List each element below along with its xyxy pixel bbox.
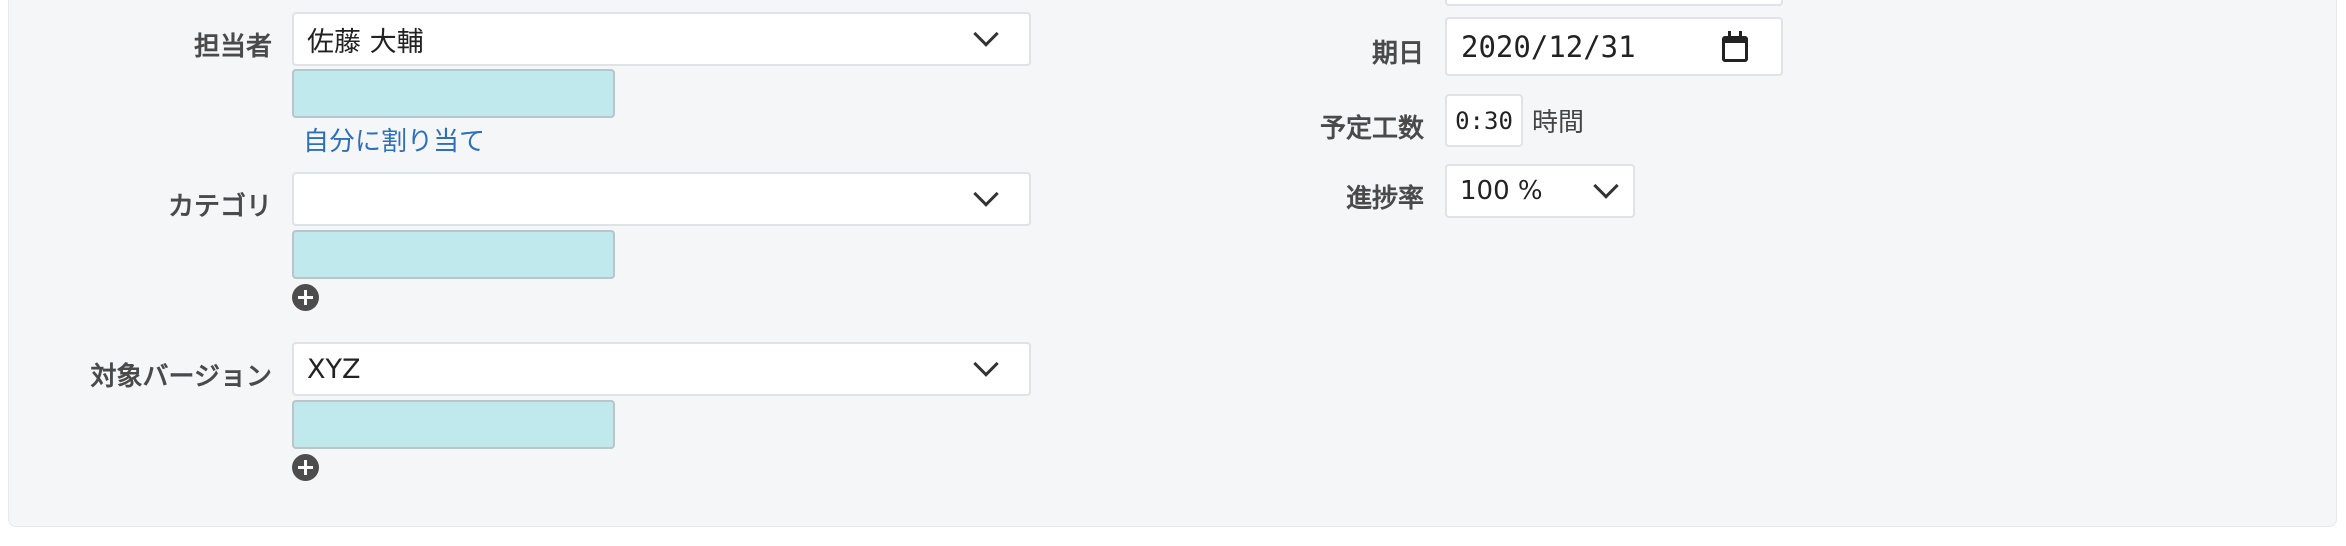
assignee-highlight-box bbox=[292, 69, 615, 118]
assignee-select[interactable]: 佐藤 大輔 bbox=[292, 12, 1031, 66]
chevron-down-icon bbox=[973, 181, 999, 207]
due-date-input[interactable]: 2020/12/31 bbox=[1445, 17, 1783, 76]
category-label: カテゴリ bbox=[167, 192, 272, 222]
category-select[interactable] bbox=[292, 172, 1031, 226]
estimated-time-unit: 時間 bbox=[1532, 108, 1585, 138]
add-version-icon[interactable] bbox=[292, 454, 319, 481]
target-version-value: XYZ bbox=[307, 353, 361, 385]
target-version-select[interactable]: XYZ bbox=[292, 342, 1031, 396]
target-version-highlight-box bbox=[292, 400, 615, 449]
estimated-time-value: 0:30 bbox=[1455, 106, 1513, 135]
category-highlight-box bbox=[292, 230, 615, 279]
assign-to-me-link[interactable]: 自分に割り当て bbox=[303, 121, 485, 158]
calendar-icon[interactable] bbox=[1722, 31, 1748, 62]
progress-label: 進捗率 bbox=[1345, 184, 1424, 214]
assignee-value: 佐藤 大輔 bbox=[307, 26, 424, 58]
progress-select[interactable]: 100 % bbox=[1445, 164, 1635, 218]
due-date-value: 2020/12/31 bbox=[1461, 29, 1636, 64]
target-version-label: 対象バージョン bbox=[90, 362, 272, 392]
start-date-field-edge bbox=[1445, 0, 1783, 6]
add-category-icon[interactable] bbox=[292, 284, 319, 311]
estimated-time-input[interactable]: 0:30 bbox=[1445, 94, 1523, 147]
assignee-label: 担当者 bbox=[193, 32, 272, 62]
due-date-label: 期日 bbox=[1371, 39, 1424, 69]
estimated-time-label: 予定工数 bbox=[1319, 114, 1424, 144]
